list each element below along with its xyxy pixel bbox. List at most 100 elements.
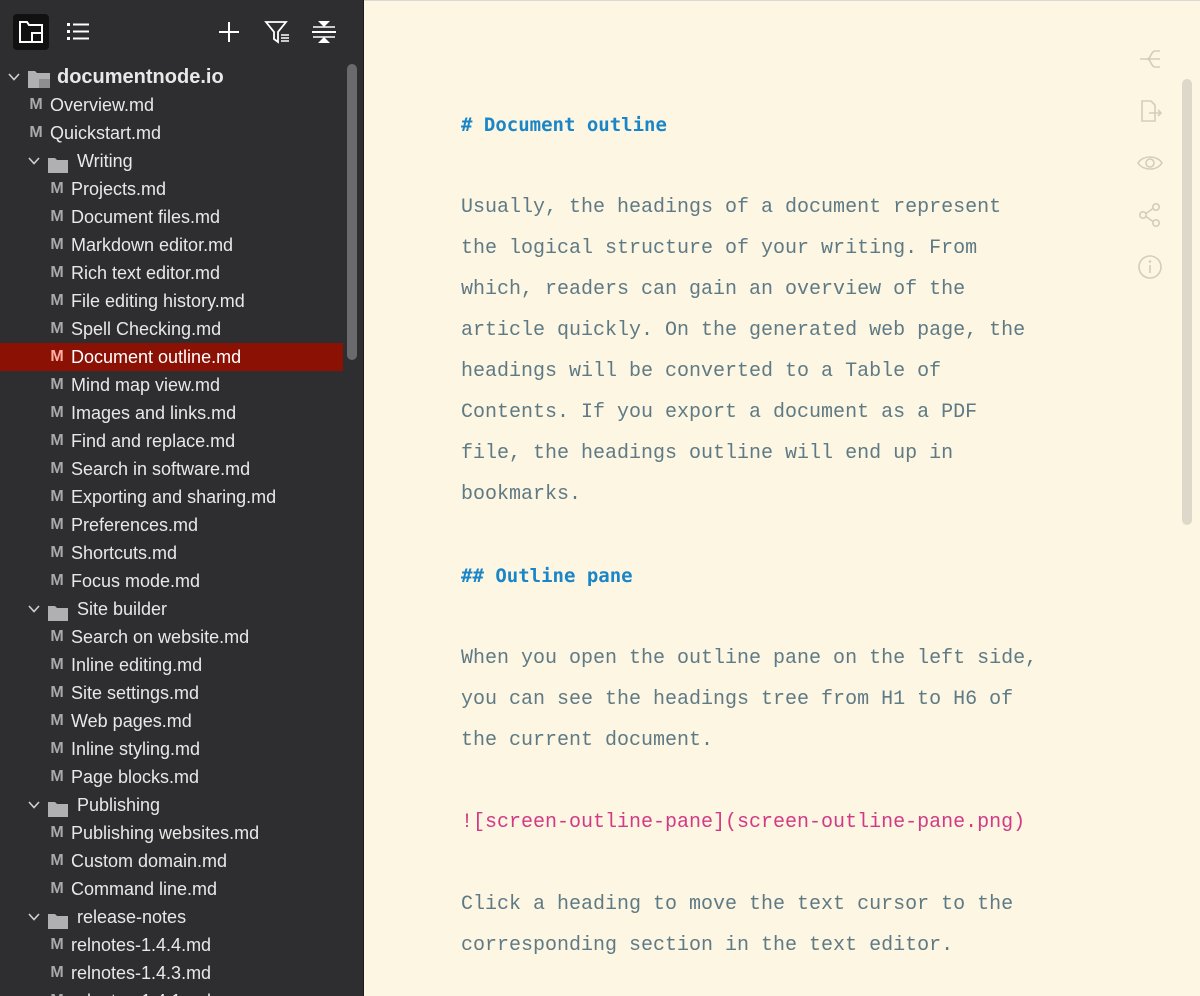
tree-file-item[interactable]: M Rich text editor.md [0,259,343,287]
preview-button[interactable] [1132,145,1168,181]
tree-file-item[interactable]: Mrelnotes-1.4.3.md [0,959,343,987]
tree-file-item[interactable]: M Site settings.md [0,679,343,707]
text-line[interactable]: file, the headings outline will end up i… [461,433,1101,474]
editor-content[interactable]: # Document outline Usually, the headings… [461,105,1101,966]
tree-item-label: Preferences.md [71,515,199,535]
text-line[interactable]: Click a heading to move the text cursor … [461,884,1101,925]
text-line[interactable]: Usually, the headings of a document repr… [461,187,1101,228]
tree-folder-item[interactable]: Site builder [0,595,343,623]
add-button[interactable] [211,14,247,50]
file-sidebar: documentnode.io M Overview.md M Quickstart.m… [0,0,364,996]
info-button[interactable] [1132,249,1168,285]
markdown-file-icon: M [50,656,64,673]
tree-file-item[interactable]: M Publishing websites.md [0,819,343,847]
heading-h2[interactable]: ## Outline pane [461,556,1101,597]
tree-file-item[interactable]: Mrelnotes-1.4.1.md [0,987,343,996]
tree-file-item[interactable]: M Quickstart.md [0,119,343,147]
sidebar-scrollbar-thumb[interactable] [347,64,357,360]
text-line[interactable]: which, readers can gain an overview of t… [461,269,1101,310]
tree-file-item[interactable]: M Overview.md [0,91,343,119]
tree-item-label: Page blocks.md [71,767,200,787]
tree-file-item[interactable]: M Focus mode.md [0,567,343,595]
markdown-file-icon: M [50,740,64,757]
heading-h1[interactable]: # Document outline [461,105,1101,146]
text-line[interactable]: the current document. [461,720,1101,761]
tree-item-label: Quickstart.md [50,123,162,143]
tree-item-label: Find and replace.md [71,431,236,451]
markdown-file-icon: M [50,544,64,561]
tree-file-item[interactable]: M Projects.md [0,175,343,203]
tree-file-item[interactable]: M Preferences.md [0,511,343,539]
markdown-file-icon: M [50,684,64,701]
paragraph-2[interactable]: When you open the outline pane on the le… [461,638,1101,761]
text-line[interactable]: article quickly. On the generated web pa… [461,310,1101,351]
markdown-file-icon: M [29,96,43,113]
markdown-file-icon: M [50,208,64,225]
share-button[interactable] [1132,197,1168,233]
text-line[interactable]: Contents. If you export a document as a … [461,392,1101,433]
text-line[interactable]: headings will be converted to a Table of [461,351,1101,392]
markdown-file-icon: M [50,516,64,533]
text-line[interactable]: you can see the headings tree from H1 to… [461,679,1101,720]
tree-item-label: Search on website.md [71,627,250,647]
tree-item-label: Spell Checking.md [71,319,222,339]
tree-file-item[interactable]: M File editing history.md [0,287,343,315]
tree-item-label: Custom domain.md [71,851,228,871]
export-button[interactable] [1132,93,1168,129]
paragraph-3[interactable]: Click a heading to move the text cursor … [461,884,1101,966]
tree-root-item[interactable]: documentnode.io [0,63,343,91]
image-link[interactable]: ![screen-outline-pane](screen-outline-pa… [461,802,1101,843]
tree-file-item[interactable]: Mrelnotes-1.4.4.md [0,931,343,959]
tree-file-item[interactable]: M Images and links.md [0,399,343,427]
tree-file-item[interactable]: M Spell Checking.md [0,315,343,343]
tree-file-item[interactable]: M Find and replace.md [0,427,343,455]
tree-file-item[interactable]: M Document files.md [0,203,343,231]
markdown-file-icon: M [50,348,64,365]
tree-file-item[interactable]: M Markdown editor.md [0,231,343,259]
mind-map-button[interactable] [1132,41,1168,77]
text-line[interactable]: the logical structure of your writing. F… [461,228,1101,269]
tree-file-item[interactable]: M Document outline.md [0,343,343,371]
tree-item-label: Document files.md [71,207,221,227]
markdown-editor[interactable]: # Document outline Usually, the headings… [364,0,1200,996]
tree-item-label: Rich text editor.md [71,263,221,283]
markdown-file-icon: M [50,572,64,589]
editor-scrollbar-thumb[interactable] [1182,79,1192,525]
tree-file-item[interactable]: M Page blocks.md [0,763,343,791]
chevron-down-icon[interactable] [26,791,42,819]
tree-file-item[interactable]: M Inline styling.md [0,735,343,763]
files-view-button[interactable] [13,14,49,50]
text-line[interactable]: bookmarks. [461,474,1101,515]
tree-file-item[interactable]: M Web pages.md [0,707,343,735]
folder-icon [28,68,50,88]
tree-folder-item[interactable]: Publishing [0,791,343,819]
tree-item-label: Exporting and sharing.md [71,487,277,507]
chevron-down-icon[interactable] [26,595,42,623]
outline-view-button[interactable] [60,14,96,50]
chevron-down-icon[interactable] [26,903,42,931]
collapse-all-button[interactable] [306,14,342,50]
chevron-down-icon[interactable] [26,147,42,175]
tree-file-item[interactable]: M Shortcuts.md [0,539,343,567]
tree-item-label: Inline editing.md [71,655,203,675]
markdown-file-icon: M [50,292,64,309]
tree-file-item[interactable]: M Search in software.md [0,455,343,483]
tree-folder-item[interactable]: release-notes [0,903,343,931]
markdown-file-icon: M [50,264,64,281]
chevron-down-icon[interactable] [6,63,22,91]
tree-file-item[interactable]: M Search on website.md [0,623,343,651]
tree-file-item[interactable]: M Inline editing.md [0,651,343,679]
tree-file-item[interactable]: M Exporting and sharing.md [0,483,343,511]
tree-folder-item[interactable]: Writing [0,147,343,175]
text-line[interactable]: corresponding section in the text editor… [461,925,1101,966]
tree-file-item[interactable]: M Mind map view.md [0,371,343,399]
markdown-file-icon: M [50,180,64,197]
paragraph-1[interactable]: Usually, the headings of a document repr… [461,187,1101,515]
share-icon [1138,202,1161,227]
tree-file-item[interactable]: M Command line.md [0,875,343,903]
tree-file-item[interactable]: M Custom domain.md [0,847,343,875]
filter-button[interactable] [259,14,295,50]
markdown-file-icon: M [50,320,64,337]
text-line[interactable]: When you open the outline pane on the le… [461,638,1101,679]
markdown-file-icon: M [50,880,64,897]
